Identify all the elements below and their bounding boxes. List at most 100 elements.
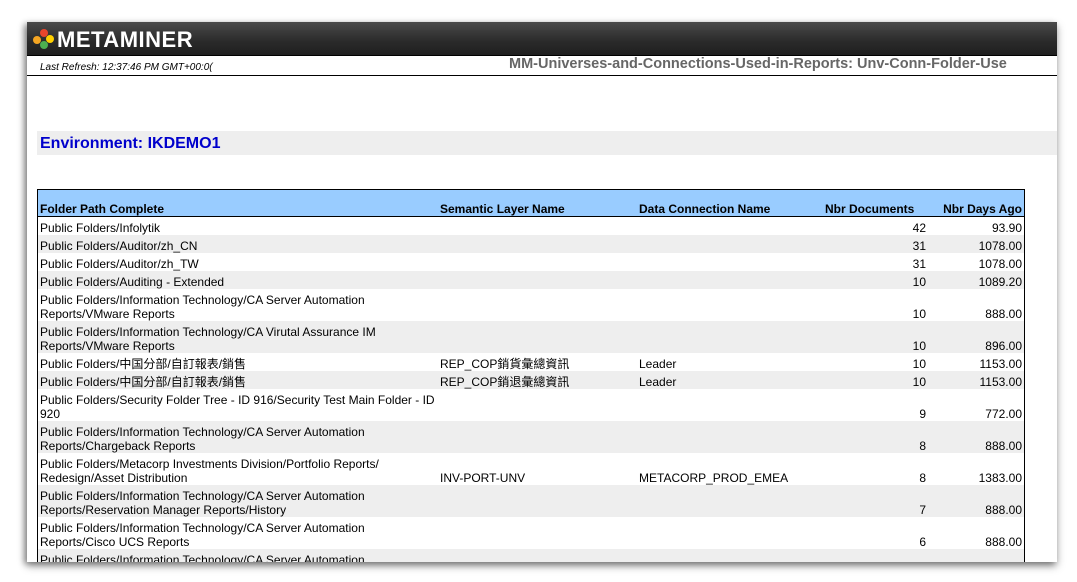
cell-semantic-layer: INV-PORT-UNV	[440, 471, 526, 485]
cell-nbr-documents	[823, 549, 928, 562]
cell-semantic-layer	[438, 217, 637, 236]
cell-folder-path: Public Folders/Information Technology/CA…	[38, 321, 438, 353]
header-divider	[27, 75, 1057, 76]
cell-folder-path: Public Folders/Information Technology/CA…	[38, 549, 438, 562]
cell-nbr-days-ago: 1089.20	[928, 271, 1024, 289]
cell-folder-path: Public Folders/Information Technology/CA…	[40, 293, 365, 321]
column-header-nbr-documents[interactable]: Nbr Documents	[823, 190, 928, 217]
cell-nbr-documents: 9	[919, 407, 926, 421]
cell-nbr-days-ago: 93.90	[991, 221, 1022, 235]
table-row: Public Folders/Information Technology/CA…	[38, 549, 1024, 562]
cell-folder-path: Public Folders/Infolytik	[40, 221, 161, 235]
table-row: Public Folders/中国分部/自訂報表/銷售 REP_COP銷貨彙總資訊…	[38, 353, 1024, 371]
cell-semantic-layer	[438, 421, 637, 453]
column-header-data-connection[interactable]: Data Connection Name	[637, 190, 823, 217]
cell-data-connection	[637, 289, 823, 321]
cell-data-connection	[637, 421, 823, 453]
cell-data-connection	[637, 253, 823, 271]
report-name: MM-Universes-and-Connections-Used-in-Rep…	[509, 56, 1007, 72]
cell-folder-path: Public Folders/Metacorp Investments Divi…	[40, 457, 379, 485]
cell-semantic-layer	[438, 389, 637, 421]
last-refresh-text: Last Refresh: 12:37:46 PM GMT+00:0(	[40, 62, 213, 73]
report-table: Folder Path Complete Semantic Layer Name…	[38, 190, 1024, 562]
cell-semantic-layer: REP_COP銷退彙總資訊	[438, 371, 637, 389]
table-row: Public Folders/Information Technology/CA…	[38, 517, 1024, 549]
cell-folder-path: Public Folders/中国分部/自訂報表/銷售	[38, 371, 438, 389]
table-row: Public Folders/Information Technology/CA…	[38, 485, 1024, 517]
cell-nbr-days-ago: 888.00	[928, 421, 1024, 453]
table-row: Public Folders/Metacorp Investments Divi…	[38, 453, 1024, 485]
cell-nbr-days-ago: 1153.00	[979, 357, 1023, 371]
cell-nbr-days-ago: 888.00	[928, 485, 1024, 517]
cell-nbr-documents: 42	[912, 221, 926, 235]
cell-nbr-documents: 10	[823, 321, 928, 353]
brand-bar: Metaminer	[27, 22, 1057, 56]
column-header-folder-path[interactable]: Folder Path Complete	[38, 190, 438, 217]
table-row: Public Folders/Auditor/zh_CN 31 1078.00	[38, 235, 1024, 253]
cell-nbr-days-ago: 1078.00	[928, 235, 1024, 253]
cell-semantic-layer	[438, 485, 637, 517]
cell-semantic-layer	[438, 321, 637, 353]
cell-semantic-layer	[438, 253, 637, 271]
table-row: Public Folders/Infolytik 42 93.90	[38, 217, 1024, 236]
table-row: Public Folders/Information Technology/CA…	[38, 421, 1024, 453]
cell-nbr-documents: 7	[823, 485, 928, 517]
cell-folder-path: Public Folders/Auditor/zh_CN	[38, 235, 438, 253]
cell-data-connection	[637, 549, 823, 562]
cell-nbr-documents: 10	[912, 307, 926, 321]
table-row: Public Folders/Information Technology/CA…	[38, 289, 1024, 321]
cell-nbr-days-ago: 896.00	[928, 321, 1024, 353]
column-header-semantic-layer[interactable]: Semantic Layer Name	[438, 190, 637, 217]
table-row: Public Folders/Information Technology/CA…	[38, 321, 1024, 353]
cell-data-connection: Leader	[637, 371, 823, 389]
cell-semantic-layer	[438, 271, 637, 289]
cell-semantic-layer	[438, 517, 637, 549]
cell-data-connection	[637, 389, 823, 421]
cell-nbr-documents: 31	[912, 257, 926, 271]
cell-data-connection	[637, 217, 823, 236]
cell-nbr-documents: 31	[823, 235, 928, 253]
table-header-row: Folder Path Complete Semantic Layer Name…	[38, 190, 1024, 217]
cell-data-connection: METACORP_PROD_EMEA	[639, 471, 789, 485]
cell-nbr-days-ago: 1383.00	[978, 471, 1022, 485]
table-row: Public Folders/中国分部/自訂報表/銷售 REP_COP銷退彙總資訊…	[38, 371, 1024, 389]
cell-folder-path: Public Folders/Information Technology/CA…	[38, 421, 438, 453]
cell-folder-path: Public Folders/Security Folder Tree - ID…	[40, 393, 435, 421]
cell-semantic-layer	[438, 235, 637, 253]
table-row: Public Folders/Auditing - Extended 10 1089…	[38, 271, 1024, 289]
cell-nbr-days-ago: 1078.00	[978, 257, 1022, 271]
table-row: Public Folders/Auditor/zh_TW 31 1078.00	[38, 253, 1024, 271]
environment-title: Environment: IKDEMO1	[40, 135, 221, 152]
cell-nbr-documents: 6	[919, 535, 926, 549]
column-header-nbr-days-ago[interactable]: Nbr Days Ago	[928, 190, 1024, 217]
cell-nbr-days-ago: 888.00	[985, 535, 1022, 549]
table-row: Public Folders/Security Folder Tree - ID…	[38, 389, 1024, 421]
cell-nbr-documents: 8	[919, 471, 926, 485]
cell-nbr-documents: 10	[823, 271, 928, 289]
cell-nbr-documents: 10	[823, 371, 928, 389]
cell-folder-path: Public Folders/中国分部/自訂報表/銷售	[40, 357, 247, 371]
cell-data-connection: Leader	[639, 357, 677, 371]
report-frame: Metaminer Last Refresh: 12:37:46 PM GMT+…	[27, 22, 1057, 562]
cell-folder-path: Public Folders/Information Technology/CA…	[40, 521, 365, 549]
cell-semantic-layer: REP_COP銷貨彙總資訊	[440, 357, 570, 371]
cell-folder-path: Public Folders/Auditor/zh_TW	[40, 257, 199, 271]
report-table-container: Folder Path Complete Semantic Layer Name…	[37, 189, 1025, 562]
cell-semantic-layer	[438, 289, 637, 321]
cell-nbr-documents: 8	[823, 421, 928, 453]
cell-folder-path: Public Folders/Auditing - Extended	[38, 271, 438, 289]
cell-data-connection	[637, 271, 823, 289]
cell-data-connection	[637, 235, 823, 253]
metaminer-logo-icon	[33, 29, 55, 51]
brand-name: Metaminer	[57, 27, 194, 52]
cell-nbr-days-ago	[928, 549, 1024, 562]
cell-nbr-days-ago: 1153.00	[928, 371, 1024, 389]
cell-data-connection	[637, 321, 823, 353]
cell-semantic-layer	[438, 549, 637, 562]
cell-data-connection	[637, 485, 823, 517]
cell-nbr-days-ago: 888.00	[985, 307, 1022, 321]
cell-folder-path: Public Folders/Information Technology/CA…	[38, 485, 438, 517]
metaminer-logo: Metaminer	[33, 29, 193, 51]
cell-data-connection	[637, 517, 823, 549]
cell-nbr-documents: 10	[912, 357, 926, 371]
